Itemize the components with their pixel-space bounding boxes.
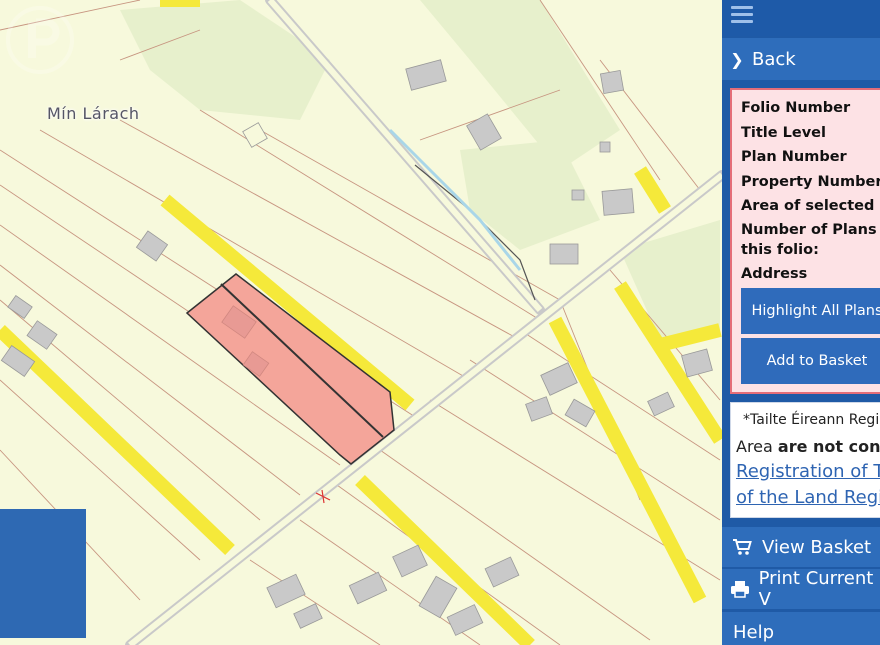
back-button[interactable]: ❯ Back — [722, 38, 880, 80]
help-button[interactable]: Help — [722, 612, 880, 645]
plan-number-label: Plan Number — [741, 149, 847, 165]
num-plans-label-cont: this folio: — [741, 242, 819, 258]
place-label: Mín Lárach — [47, 104, 140, 123]
map-overlay-box — [0, 509, 86, 638]
registration-link[interactable]: Registration of Tit — [736, 461, 880, 482]
cart-icon — [722, 538, 762, 556]
notice-line-2: Area are not conclu — [736, 437, 880, 456]
help-label: Help — [733, 621, 775, 643]
highlight-all-plans-button[interactable]: Highlight All Plans — [741, 288, 880, 334]
side-panel: ❯ Back Folio Number Title Level Plan Num… — [722, 0, 880, 645]
chevron-right-icon: ❯ — [730, 49, 744, 69]
back-label: Back — [752, 48, 796, 70]
area-selected-label: Area of selected pla — [741, 198, 880, 214]
hamburger-menu-icon[interactable] — [731, 6, 753, 26]
property-number-label: Property Number — [741, 174, 880, 190]
num-plans-label: Number of Plans or — [741, 222, 880, 238]
notice-line-1: *Tailte Éireann Regi — [743, 412, 880, 428]
print-current-view-button[interactable]: Print Current V — [722, 568, 880, 610]
view-basket-button[interactable]: View Basket — [722, 527, 880, 567]
title-level-label: Title Level — [741, 125, 826, 141]
watermark-icon — [6, 6, 74, 74]
printer-icon — [722, 580, 759, 598]
add-to-basket-button[interactable]: Add to Basket — [741, 338, 880, 384]
map-view[interactable]: Mín Lárach — [0, 0, 722, 645]
folio-info-box: Folio Number Title Level Plan Number Pro… — [730, 88, 880, 394]
folio-number-label: Folio Number — [741, 100, 851, 116]
notice-box: *Tailte Éireann Regi Area are not conclu… — [730, 402, 880, 518]
print-current-label: Print Current V — [758, 568, 874, 610]
map-canvas[interactable] — [0, 0, 722, 645]
registration-link-cont[interactable]: of the Land Regis — [736, 487, 880, 508]
menu-bar — [722, 0, 880, 36]
view-basket-label: View Basket — [762, 536, 872, 558]
address-label: Address — [741, 266, 808, 282]
